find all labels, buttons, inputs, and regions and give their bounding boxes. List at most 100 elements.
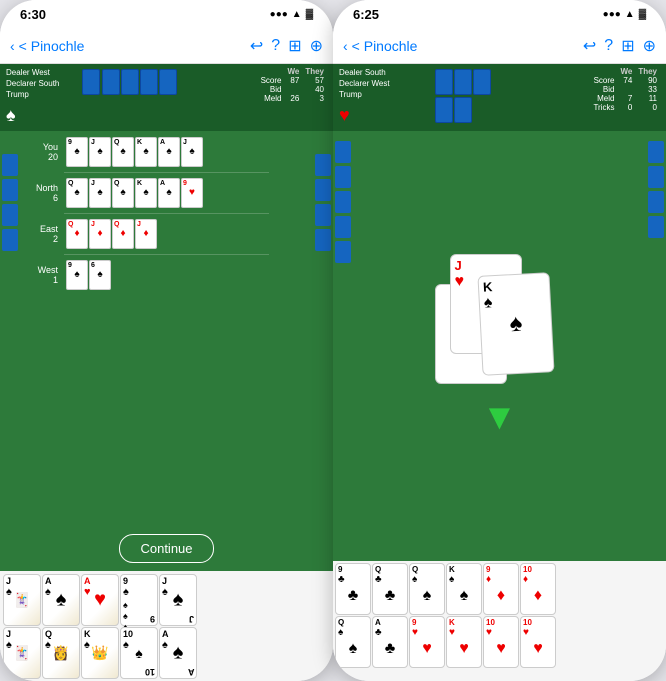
card-east-1[interactable]: Q♦ [66, 219, 88, 249]
trump-suit-right: ♥ [339, 105, 350, 125]
we-score-r: 74 [617, 76, 635, 85]
help-icon[interactable]: ? [271, 37, 280, 55]
card-you-3[interactable]: Q♠ [112, 137, 134, 167]
card-north-3[interactable]: Q♠ [112, 178, 134, 208]
vert-cards-left-r [335, 141, 351, 263]
sep-2 [64, 213, 269, 214]
declarer-label: Declarer [6, 79, 36, 88]
hand-r-qs2[interactable]: Q ♠ ♠ [335, 616, 371, 668]
layout-icon-r[interactable]: ⊞ [621, 36, 634, 56]
hand-r-kh[interactable]: K ♥ ♥ [446, 616, 482, 668]
card-north-2[interactable]: J♠ [89, 178, 111, 208]
hand-r-10d[interactable]: 10 ♦ ♦ [520, 563, 556, 615]
score-header-left: Dealer West Declarer South Trump ♠ [0, 64, 333, 131]
vc-4 [2, 229, 18, 251]
hand-r-ac[interactable]: A ♣ ♣ [372, 616, 408, 668]
layout-icon[interactable]: ⊞ [288, 36, 301, 56]
phone-right: 6:25 ●●● ▲ ▓ ‹ < Pinochle ↩ ? ⊞ ⊕ Dealer… [333, 0, 666, 681]
sep-3 [64, 254, 269, 255]
we-label: We [284, 67, 302, 76]
declarer-name-r: West [371, 79, 389, 88]
trump-label-right: Trump [339, 89, 431, 100]
hand-r-9c[interactable]: 9 ♣ ♣ [335, 563, 371, 615]
card-thumbnails [82, 69, 177, 128]
card-east-4[interactable]: J♦ [135, 219, 157, 249]
bid-val: 40 [284, 85, 327, 94]
card-back-r5 [454, 97, 472, 123]
meld-row-label: Meld [258, 94, 285, 103]
tricks-we-r: 0 [617, 103, 635, 112]
hand-card-j-spade-1[interactable]: J ♠ 🃏 [3, 574, 41, 626]
undo-icon[interactable]: ↩ [250, 36, 263, 56]
hand-card-9-spade[interactable]: 9 ♠ ♠♠♠ 9 [120, 574, 158, 626]
hand-card-10-s-row2[interactable]: 10 ♠ ♠ 10 [120, 627, 158, 679]
hand-r-qc[interactable]: Q ♣ ♣ [372, 563, 408, 615]
nav-bar-left: ‹ < Pinochle ↩ ? ⊞ ⊕ [0, 28, 333, 64]
hand-r-10h2[interactable]: 10 ♥ ♥ [520, 616, 556, 668]
hand-r-9h[interactable]: 9 ♥ ♥ [409, 616, 445, 668]
hand-card-k-s-row2[interactable]: K ♠ 👑 [81, 627, 119, 679]
card-north-5[interactable]: A♠ [158, 178, 180, 208]
hand-card-a-heart-1[interactable]: A ♥ ♥ [81, 574, 119, 626]
hand-r-9d[interactable]: 9 ♦ ♦ [483, 563, 519, 615]
player-name-west: West [24, 265, 58, 275]
nav-back-label-r[interactable]: < Pinochle [352, 38, 418, 54]
card-north-6[interactable]: 9♥ [181, 178, 203, 208]
vert-cards-right-1 [315, 154, 331, 251]
card-back-4 [140, 69, 158, 95]
vc-rr2 [648, 166, 664, 188]
nav-back-left[interactable]: ‹ < Pinochle [10, 38, 84, 54]
card-you-4[interactable]: K♠ [135, 137, 157, 167]
card-east-3[interactable]: Q♦ [112, 219, 134, 249]
more-icon[interactable]: ⊕ [310, 36, 323, 56]
dealer-info-left: Dealer West Declarer South Trump ♠ [6, 67, 78, 128]
player-name-you: You [24, 142, 58, 152]
declarer-name: South [38, 79, 59, 88]
card-back-3 [121, 69, 139, 95]
hand-card-a-spade-1[interactable]: A ♠ ♠ [42, 574, 80, 626]
dealer-name-r: South [365, 68, 386, 77]
player-score-you: 20 [24, 152, 58, 162]
card-north-4[interactable]: K♠ [135, 178, 157, 208]
pc-suit-jh: ♥ [455, 273, 465, 291]
dealer-info-right: Dealer South Declarer West Trump ♥ [339, 67, 431, 128]
undo-icon-r[interactable]: ↩ [583, 36, 596, 56]
card-you-6[interactable]: J♠ [181, 137, 203, 167]
vc-r4 [315, 229, 331, 251]
hand-area-left: J ♠ 🃏 A ♠ ♠ A ♥ ♥ 9 ♠ ♠♠♠ 9 [0, 571, 333, 681]
card-west-1[interactable]: 9♠ [66, 260, 88, 290]
vc-lr5 [335, 241, 351, 263]
continue-button[interactable]: Continue [119, 534, 213, 563]
hand-card-a-s-row2[interactable]: A ♠ ♠ A [159, 627, 197, 679]
more-icon-r[interactable]: ⊕ [643, 36, 656, 56]
hand-card-j-spade-2[interactable]: J ♠ ♠ J [159, 574, 197, 626]
card-north-1[interactable]: Q♠ [66, 178, 88, 208]
tricks-label-r: Tricks [590, 103, 617, 112]
nav-back-right[interactable]: ‹ < Pinochle [343, 38, 417, 54]
nav-back-label[interactable]: < Pinochle [19, 38, 85, 54]
played-card-k-spade[interactable]: K ♠ ♠ [477, 272, 554, 376]
player-row-north: North 6 Q♠ J♠ Q♠ K♠ A♠ 9♥ [24, 176, 309, 210]
player-name-east: East [24, 224, 58, 234]
vc-rr1 [648, 141, 664, 163]
player-score-east: 2 [24, 234, 58, 244]
card-you-2[interactable]: J♠ [89, 137, 111, 167]
hand-r-qs[interactable]: Q ♠ ♠ [409, 563, 445, 615]
players-area-left: You 20 9♠ J♠ Q♠ K♠ A♠ J♠ North 6 [0, 131, 333, 526]
card-you-1[interactable]: 9♠ [66, 137, 88, 167]
signal-icon-r: ●●● [603, 9, 621, 20]
declarer-label-r: Declarer [339, 79, 369, 88]
player-row-east: East 2 Q♦ J♦ Q♦ J♦ [24, 217, 309, 251]
help-icon-r[interactable]: ? [604, 37, 613, 55]
vc-r1 [315, 154, 331, 176]
card-west-2[interactable]: 6♠ [89, 260, 111, 290]
hand-card-j-s-row2[interactable]: J ♠ 🃏 [3, 627, 41, 679]
hand-r-ks[interactable]: K ♠ ♠ [446, 563, 482, 615]
meld-we: 26 [284, 94, 302, 103]
player-label-north: North 6 [24, 183, 62, 203]
meld-label-r: Meld [590, 94, 617, 103]
hand-card-q-s-row2[interactable]: Q ♠ 👸 [42, 627, 80, 679]
card-east-2[interactable]: J♦ [89, 219, 111, 249]
card-you-5[interactable]: A♠ [158, 137, 180, 167]
hand-r-10h1[interactable]: 10 ♥ ♥ [483, 616, 519, 668]
